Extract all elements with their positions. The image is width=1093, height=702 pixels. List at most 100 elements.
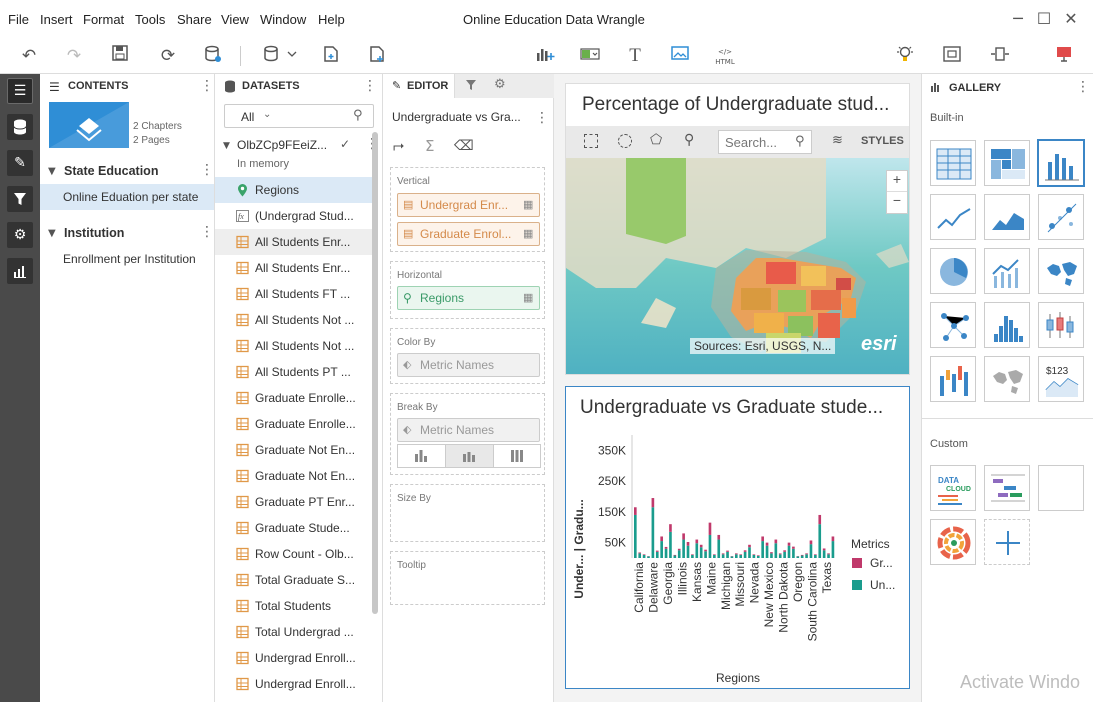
- bar-undergrad[interactable]: [669, 531, 672, 558]
- gallery-sunburst-chart[interactable]: [930, 519, 976, 565]
- gallery-pie-chart[interactable]: [930, 248, 976, 294]
- datasets-menu-icon[interactable]: ⋮: [363, 78, 377, 94]
- selector-icon[interactable]: [578, 45, 602, 67]
- add-page-icon[interactable]: [365, 45, 389, 67]
- section-menu-icon[interactable]: ⋮: [200, 162, 214, 178]
- bar-graduate[interactable]: [752, 554, 756, 555]
- bar-graduate[interactable]: [708, 522, 712, 535]
- bar-undergrad[interactable]: [634, 514, 637, 558]
- legend-swatch[interactable]: [852, 580, 862, 590]
- legend-label[interactable]: Gr...: [870, 556, 893, 570]
- column-item[interactable]: Graduate Not En...: [215, 463, 375, 489]
- map-area[interactable]: + − Sources: Esri, USGS, N... esri: [566, 158, 909, 374]
- column-item[interactable]: Total Undergrad ...: [215, 619, 375, 645]
- add-dataset-dropdown-icon[interactable]: [260, 45, 300, 67]
- bar-graduate[interactable]: [699, 544, 703, 548]
- bar-graduate[interactable]: [831, 536, 835, 542]
- bar-graduate[interactable]: [677, 548, 681, 551]
- clear-selection-icon[interactable]: ⚲: [684, 132, 694, 148]
- bar-graduate[interactable]: [809, 540, 813, 545]
- menu-window[interactable]: Window: [260, 12, 306, 27]
- gallery-network-chart[interactable]: [930, 302, 976, 348]
- gallery-data-cloud[interactable]: DATA CLOUD: [930, 465, 976, 511]
- bar-undergrad[interactable]: [778, 554, 782, 558]
- bar-graduate[interactable]: [735, 553, 738, 555]
- gallery-combo-chart[interactable]: [984, 248, 1030, 294]
- table-icon[interactable]: ▦: [523, 287, 533, 309]
- column-item[interactable]: All Students Not ...: [215, 307, 375, 333]
- gallery-gantt-chart[interactable]: [984, 465, 1030, 511]
- editor-panel-icon[interactable]: ✎: [7, 150, 33, 176]
- bar-undergrad[interactable]: [752, 554, 756, 558]
- bar-undergrad[interactable]: [721, 554, 725, 558]
- menu-tools[interactable]: Tools: [135, 12, 165, 27]
- gallery-box-plot[interactable]: [1038, 302, 1084, 348]
- polygon-select-icon[interactable]: ⬠: [650, 132, 662, 148]
- viz-menu-icon[interactable]: ⋮: [535, 110, 549, 126]
- page-item-online-education[interactable]: Online Eduation per state: [40, 184, 214, 210]
- bar-graduate[interactable]: [765, 542, 769, 546]
- drop-zone-break-by[interactable]: Break By ⬖ Metric Names: [390, 393, 545, 475]
- column-item[interactable]: All Students Not ...: [215, 333, 375, 359]
- fit-to-screen-icon[interactable]: [940, 45, 964, 67]
- bar-undergrad[interactable]: [770, 553, 773, 558]
- bar-graduate[interactable]: [748, 544, 751, 548]
- layers-icon[interactable]: ≋: [832, 133, 843, 148]
- tab-settings-icon[interactable]: ⚙: [494, 77, 506, 92]
- bar-graduate[interactable]: [787, 542, 791, 546]
- bar-undergrad[interactable]: [805, 554, 808, 558]
- bar-graduate[interactable]: [673, 554, 677, 556]
- bar-undergrad[interactable]: [691, 554, 694, 558]
- bar-graduate[interactable]: [713, 554, 716, 555]
- bar-undergrad[interactable]: [743, 551, 747, 558]
- pill-metric-names[interactable]: ⬖ Metric Names: [397, 353, 540, 377]
- column-item[interactable]: All Students Enr...: [215, 255, 375, 281]
- bar-graduate[interactable]: [800, 554, 804, 556]
- filters-panel-icon[interactable]: [7, 186, 33, 212]
- gallery-grid-table[interactable]: [930, 140, 976, 186]
- eraser-icon[interactable]: ⌫: [454, 138, 474, 154]
- column-item[interactable]: All Students Enr...: [215, 229, 375, 255]
- bar-undergrad[interactable]: [673, 555, 677, 558]
- bar-undergrad[interactable]: [831, 541, 835, 558]
- datasets-panel-icon[interactable]: [7, 114, 33, 140]
- bar-graduate[interactable]: [761, 536, 764, 542]
- section-menu-icon[interactable]: ⋮: [200, 224, 214, 240]
- map-styles-button[interactable]: STYLES: [861, 135, 904, 147]
- bar-graduate[interactable]: [827, 553, 830, 555]
- bar-undergrad[interactable]: [761, 541, 764, 558]
- pill-graduate-enrollment[interactable]: ▤ Graduate Enrol... ▦: [397, 222, 540, 246]
- zoom-in-button[interactable]: +: [887, 171, 907, 192]
- bar-graduate[interactable]: [634, 507, 637, 515]
- bar-undergrad[interactable]: [655, 551, 659, 558]
- bar-graduate[interactable]: [669, 524, 672, 532]
- bar-undergrad[interactable]: [642, 554, 646, 558]
- circle-select-icon[interactable]: [618, 134, 632, 148]
- bar-undergrad[interactable]: [717, 539, 721, 558]
- add-visualization-icon[interactable]: [533, 45, 557, 67]
- bar-undergrad[interactable]: [704, 551, 707, 558]
- gallery-add-custom-button[interactable]: [984, 519, 1030, 565]
- drop-zone-tooltip[interactable]: Tooltip: [390, 551, 545, 605]
- minimize-icon[interactable]: ─: [1007, 8, 1029, 30]
- save-icon[interactable]: [108, 45, 132, 67]
- bar-undergrad[interactable]: [730, 556, 734, 558]
- bar-undergrad[interactable]: [677, 550, 681, 558]
- bar-undergrad[interactable]: [822, 550, 826, 558]
- close-icon[interactable]: ✕: [1060, 8, 1082, 30]
- column-item[interactable]: Graduate PT Enr...: [215, 489, 375, 515]
- bar-graduate[interactable]: [783, 550, 786, 552]
- bar-undergrad[interactable]: [699, 547, 703, 558]
- bar-undergrad[interactable]: [739, 554, 743, 558]
- bar-graduate[interactable]: [770, 552, 773, 554]
- document-thumbnail[interactable]: [49, 102, 129, 148]
- gallery-line-chart[interactable]: [930, 194, 976, 240]
- dataset-filter-select[interactable]: All ⌄ ⚲: [224, 104, 374, 128]
- column-item[interactable]: Regions: [215, 177, 375, 203]
- bar-graduate[interactable]: [774, 539, 778, 544]
- bar-undergrad[interactable]: [647, 556, 650, 558]
- gallery-crosstab[interactable]: [984, 140, 1030, 186]
- image-icon[interactable]: [668, 45, 692, 67]
- bar-undergrad[interactable]: [774, 543, 778, 558]
- bar-graduate[interactable]: [756, 555, 760, 556]
